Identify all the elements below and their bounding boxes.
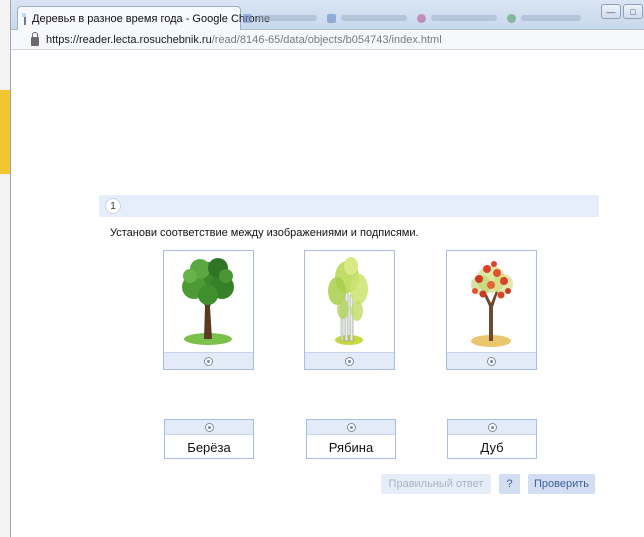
maximize-button[interactable]: □ (623, 4, 643, 19)
task-number: 1 (105, 198, 121, 214)
drag-handle-icon[interactable] (346, 422, 356, 432)
background-tab[interactable] (417, 10, 497, 26)
url-path: /read/8146-65/data/objects/b054743/index… (211, 33, 442, 46)
background-tabs (243, 8, 613, 28)
image-card-birch[interactable] (304, 250, 395, 370)
title-bar: Деревья в разное время года - Google Chr… (11, 0, 644, 30)
browser-window: Деревья в разное время года - Google Chr… (10, 0, 644, 537)
background-tab[interactable] (327, 10, 407, 26)
window-controls: — □ (601, 4, 643, 19)
page-icon (22, 12, 26, 25)
lock-icon (31, 31, 39, 46)
drag-slot[interactable] (448, 420, 536, 435)
birch-tree-image (305, 251, 394, 352)
tab-favicon-icon (243, 13, 252, 23)
label-card-rowan[interactable]: Рябина (306, 419, 396, 459)
label-card-birch[interactable]: Берёза (164, 419, 254, 459)
address-bar[interactable]: https://reader.lecta.rosuchebnik.ru/read… (11, 30, 644, 50)
active-tab[interactable]: Деревья в разное время года - Google Chr… (17, 6, 270, 30)
drag-handle-icon[interactable] (345, 356, 354, 366)
minimize-button[interactable]: — (601, 4, 621, 19)
task-header: 1 (99, 195, 599, 217)
tab-favicon-icon (327, 13, 336, 23)
drop-slot[interactable] (447, 352, 536, 369)
rowan-tree-image (447, 251, 536, 352)
drag-handle-icon[interactable] (487, 422, 497, 432)
desktop-accent (0, 90, 10, 174)
task-instruction: Установи соответствие между изображениям… (110, 227, 419, 239)
image-card-rowan[interactable] (446, 250, 537, 370)
background-tab[interactable] (243, 10, 317, 26)
drag-handle-icon[interactable] (204, 422, 214, 432)
drag-slot[interactable] (307, 420, 395, 435)
drop-slot[interactable] (305, 352, 394, 369)
oak-tree-image (164, 251, 253, 352)
drag-handle-icon[interactable] (487, 356, 496, 366)
label-text: Берёза (187, 439, 231, 455)
page-content: 1 Установи соответствие между изображени… (11, 51, 644, 537)
desktop-background (0, 0, 10, 537)
drop-slot[interactable] (164, 352, 253, 369)
tab-favicon-icon (507, 13, 516, 23)
label-card-oak[interactable]: Дуб (447, 419, 537, 459)
label-text: Рябина (328, 439, 374, 455)
background-tab[interactable] (507, 10, 581, 26)
tab-favicon-icon (417, 13, 426, 23)
url-text[interactable]: https://reader.lecta.rosuchebnik.ru/read… (46, 34, 442, 46)
tab-title: Деревья в разное время года - Google Chr… (32, 12, 271, 25)
drag-handle-icon[interactable] (204, 356, 213, 366)
help-button[interactable]: ? (499, 474, 520, 494)
url-host: https://reader.lecta.rosuchebnik.ru (46, 33, 212, 46)
check-button[interactable]: Проверить (528, 474, 595, 494)
label-text: Дуб (480, 439, 504, 455)
image-card-oak[interactable] (163, 250, 254, 370)
drag-slot[interactable] (165, 420, 253, 435)
correct-answer-button[interactable]: Правильный ответ (381, 474, 491, 494)
